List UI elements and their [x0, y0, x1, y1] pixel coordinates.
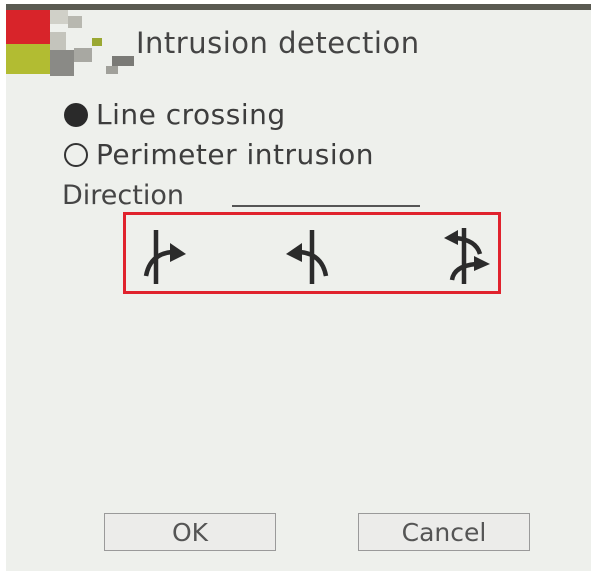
direction-label: Direction: [62, 180, 184, 211]
mode-perimeter-intrusion-label: Perimeter intrusion: [96, 138, 375, 171]
mode-line-crossing-label: Line crossing: [96, 98, 286, 131]
ok-button[interactable]: OK: [104, 513, 276, 551]
arrow-left-crossing-icon: [286, 230, 329, 284]
dialog-title: Intrusion detection: [136, 26, 420, 60]
radio-unselected-icon: [64, 142, 88, 167]
bidirectional-crossing-icon: [444, 228, 490, 284]
direction-both-button[interactable]: [436, 224, 496, 288]
dialog-window: Intrusion detection Line crossing Perime…: [6, 4, 591, 571]
direction-left-button[interactable]: [280, 224, 340, 288]
app-logo: [6, 10, 136, 80]
radio-selected-icon: [64, 102, 88, 127]
mode-line-crossing-radio[interactable]: Line crossing: [64, 98, 286, 131]
direction-underline: [232, 205, 420, 207]
arrow-right-crossing-icon: [143, 230, 186, 284]
cancel-button[interactable]: Cancel: [358, 513, 530, 551]
direction-right-button[interactable]: [134, 224, 194, 288]
mode-perimeter-intrusion-radio[interactable]: Perimeter intrusion: [64, 138, 374, 171]
